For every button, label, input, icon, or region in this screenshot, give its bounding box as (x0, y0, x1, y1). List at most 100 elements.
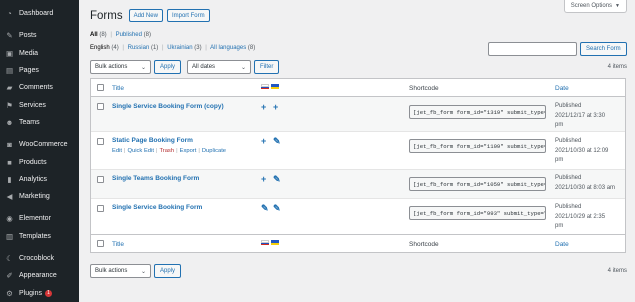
menu-pages[interactable]: ▤ Pages (0, 62, 79, 79)
menu-appearance[interactable]: ✐ Appearance (0, 267, 79, 284)
column-date[interactable]: Date (555, 241, 569, 248)
row-checkbox[interactable] (97, 176, 104, 183)
edit-action[interactable]: Edit (112, 148, 122, 154)
menu-label: Analytics (19, 175, 48, 183)
separator: | (198, 148, 200, 154)
add-new-button[interactable]: Add New (128, 9, 163, 22)
search-input[interactable] (488, 42, 577, 56)
dates-value: All dates (192, 64, 216, 70)
lang-ukrainian[interactable]: Ukrainian (167, 45, 192, 51)
edit-translation-icon[interactable]: ✎ (273, 175, 281, 184)
marketing-icon: ◀ (6, 192, 13, 202)
column-title[interactable]: Title (112, 241, 124, 248)
bulk-actions-select[interactable]: Bulk actions ⌄ (90, 264, 151, 278)
edit-translation-icon[interactable]: ✎ (273, 204, 281, 213)
row-checkbox[interactable] (97, 138, 104, 145)
search-form-button[interactable]: Search Form (580, 42, 627, 56)
quick-edit-action[interactable]: Quick Edit (128, 148, 154, 154)
menu-posts[interactable]: ✎ Posts (0, 27, 79, 44)
flag-stripe (261, 88, 269, 89)
lang-russian[interactable]: Russian (128, 45, 150, 51)
menu-marketing[interactable]: ◀ Marketing (0, 188, 79, 205)
select-all-checkbox[interactable] (97, 84, 104, 91)
menu-analytics[interactable]: ▮ Analytics (0, 171, 79, 188)
column-title[interactable]: Title (112, 85, 124, 92)
separator: | (205, 45, 207, 51)
table-row: Static Page Booking Form Edit | Quick Edit… (91, 132, 625, 170)
flag-stripe (261, 244, 269, 245)
menu-media[interactable]: ▣ Media (0, 45, 79, 62)
row-checkbox[interactable] (97, 205, 104, 212)
pin-icon: ✎ (6, 31, 13, 41)
bulk-actions-select[interactable]: Bulk actions ⌄ (90, 60, 151, 74)
comments-icon: ▰ (6, 83, 13, 93)
apply-button[interactable]: Apply (154, 60, 182, 74)
menu-plugins[interactable]: ⚙ Plugins 1 (0, 284, 79, 301)
menu-templates[interactable]: ▥ Templates (0, 228, 79, 245)
menu-label: Elementor (19, 215, 51, 223)
lang-all-count: (8) (247, 45, 256, 51)
analytics-icon: ▮ (7, 174, 12, 184)
import-form-button[interactable]: Import Form (166, 9, 210, 22)
menu-label: Services (19, 101, 46, 109)
post-date: 2021/10/30 at 12:09 (555, 147, 609, 154)
table-footer: Title Shortcode Date (91, 234, 625, 252)
form-title-link[interactable]: Single Teams Booking Form (112, 175, 199, 182)
separator: | (124, 148, 126, 154)
edit-translation-icon[interactable]: ✎ (273, 137, 281, 146)
apply-button[interactable]: Apply (154, 264, 182, 278)
menu-dashboard[interactable]: ◔ Dashboard (0, 5, 79, 22)
export-action[interactable]: Export (180, 148, 197, 154)
templates-icon: ▥ (5, 231, 14, 241)
bulk-actions-value: Bulk actions (95, 64, 128, 70)
menu-comments[interactable]: ▰ Comments (0, 79, 79, 96)
menu-crocoblock[interactable]: ☾ Crocoblock (0, 250, 79, 267)
lang-all[interactable]: All languages (210, 45, 246, 51)
services-icon: ⚑ (6, 100, 13, 110)
trash-action[interactable]: Trash (159, 148, 174, 154)
add-translation-icon[interactable]: + (261, 103, 266, 112)
edit-translation-icon[interactable]: ✎ (261, 204, 269, 213)
form-title-link[interactable]: Static Page Booking Form (112, 137, 193, 144)
shortcode-field[interactable]: [jet_fb_form form_id="993" submit_type="… (409, 206, 546, 220)
post-status: Published (555, 204, 582, 210)
add-translation-icon[interactable]: + (273, 103, 278, 112)
shortcode-field[interactable]: [jet_fb_form form_id="1319" submit_type=… (409, 105, 546, 119)
post-date: 2021/10/30 at 8:03 am (555, 184, 616, 191)
filter-published[interactable]: Published (116, 32, 142, 38)
filter-button[interactable]: Filter (254, 60, 280, 74)
separator: | (110, 32, 112, 38)
separator: | (122, 45, 124, 51)
add-translation-icon[interactable]: + (261, 175, 266, 184)
shortcode-field[interactable]: [jet_fb_form form_id="1109" submit_type=… (409, 139, 546, 153)
bulk-actions-value: Bulk actions (95, 268, 128, 274)
dates-select[interactable]: All dates ⌄ (187, 60, 252, 74)
table-row: Single Teams Booking Form + ✎ [jet_fb_fo… (91, 170, 625, 199)
duplicate-action[interactable]: Duplicate (202, 148, 226, 154)
language-filter-links: English (4) | Russian (1) | Ukrainian (3… (90, 45, 255, 51)
post-status: Published (555, 138, 582, 144)
filter-published-count: (8) (143, 32, 151, 38)
language-flags (261, 84, 281, 89)
menu-label: Pages (19, 67, 39, 75)
shortcode-field[interactable]: [jet_fb_form form_id="1059" submit_type=… (409, 177, 546, 191)
column-date[interactable]: Date (555, 85, 569, 92)
menu-teams[interactable]: ☻ Teams (0, 114, 79, 131)
post-date-suffix: pm (555, 223, 564, 229)
menu-label: Templates (19, 232, 51, 240)
row-checkbox[interactable] (97, 103, 104, 110)
filter-all[interactable]: All (90, 32, 98, 38)
lang-english[interactable]: English (90, 45, 110, 51)
woocommerce-icon: ◙ (7, 140, 12, 150)
select-all-checkbox[interactable] (97, 240, 104, 247)
form-title-link[interactable]: Single Service Booking Form (112, 204, 202, 211)
menu-services[interactable]: ⚑ Services (0, 96, 79, 113)
menu-elementor[interactable]: ◉ Elementor (0, 210, 79, 227)
menu-woocommerce[interactable]: ◙ WooCommerce (0, 136, 79, 153)
items-count: 4 items (607, 64, 627, 70)
form-title-link[interactable]: Single Service Booking Form (copy) (112, 103, 224, 110)
menu-products[interactable]: ■ Products (0, 153, 79, 170)
add-translation-icon[interactable]: + (261, 137, 266, 146)
screen-options-button[interactable]: Screen Options ▼ (563, 0, 627, 13)
plugins-icon: ⚙ (6, 288, 13, 298)
